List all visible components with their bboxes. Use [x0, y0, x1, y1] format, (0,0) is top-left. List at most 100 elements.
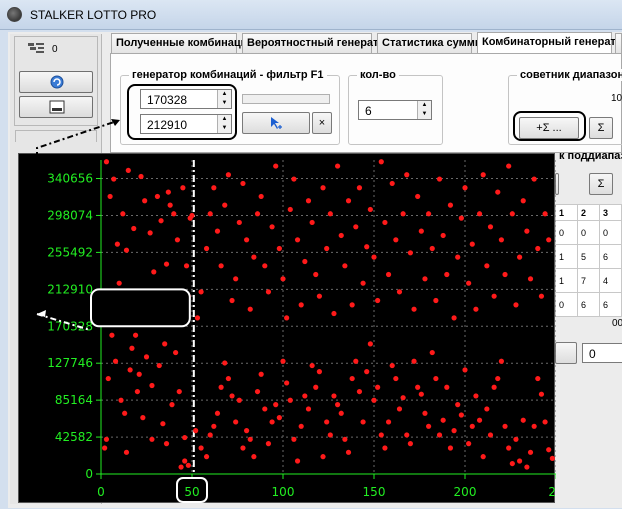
data-point — [458, 215, 464, 221]
bottom-right-field[interactable]: 0 — [582, 343, 622, 363]
table-cell: 6 — [599, 292, 622, 317]
data-point — [225, 375, 231, 382]
tab-probability-generator[interactable]: Вероятностный генератор — [242, 33, 392, 53]
data-point — [294, 237, 301, 243]
data-point — [123, 247, 130, 253]
data-point — [178, 464, 184, 470]
tab-sum-statistics[interactable]: Статистика суммы — [377, 33, 484, 53]
data-point — [502, 271, 508, 278]
data-point — [385, 419, 392, 425]
data-point — [218, 263, 224, 269]
data-point — [375, 297, 381, 304]
subrange-sigma-button[interactable]: Σ — [589, 173, 613, 195]
data-point — [462, 185, 468, 191]
data-point — [524, 464, 530, 470]
window-title: STALKER LOTTO PRO — [30, 8, 157, 22]
data-point — [107, 193, 113, 200]
table-row: 156 — [555, 244, 622, 269]
tab-overflow[interactable] — [615, 33, 622, 53]
y-tick-label: 127746 — [47, 356, 93, 370]
data-point — [163, 261, 170, 267]
data-point — [327, 432, 333, 438]
data-point — [118, 397, 124, 403]
data-point — [327, 211, 333, 217]
data-point — [222, 202, 228, 208]
data-point — [182, 458, 188, 464]
stack-count: 0 — [52, 44, 58, 55]
subrange-title: к поддиапазону — [559, 150, 622, 162]
data-point — [211, 423, 217, 429]
table-cell: 3 — [599, 204, 622, 221]
data-point — [240, 180, 246, 187]
data-point — [258, 371, 264, 377]
data-point — [469, 241, 475, 247]
data-point — [320, 185, 326, 191]
sigma-button[interactable]: Σ — [589, 117, 613, 139]
bottom-right-button[interactable] — [555, 342, 577, 364]
data-point — [103, 436, 110, 442]
data-point — [546, 237, 552, 243]
data-point — [284, 315, 290, 321]
spinner-arrows-icon[interactable]: ▲ ▼ — [417, 101, 431, 119]
range-highlight-box — [127, 84, 237, 140]
data-point — [233, 419, 239, 425]
scatter-chart[interactable]: 0 42582 85164 127746 170328 212910 255492 29807… — [18, 153, 564, 503]
data-point — [484, 406, 490, 412]
clear-button[interactable]: × — [312, 112, 332, 134]
data-point — [131, 225, 137, 232]
data-point — [313, 271, 319, 278]
count-value: 6 — [365, 104, 372, 118]
data-point — [316, 369, 322, 375]
data-point — [194, 315, 201, 321]
table-cell: 0 — [555, 220, 578, 245]
y-tick-label: 85164 — [55, 393, 93, 407]
data-point — [207, 211, 213, 217]
count-spinner[interactable]: 6 ▲ ▼ — [358, 100, 432, 120]
data-point — [476, 417, 483, 423]
x-tick-label: 200 — [454, 485, 477, 499]
add-filter-button[interactable] — [242, 112, 310, 134]
y-tick-label: 298074 — [47, 208, 93, 222]
table-cell: 1 — [555, 268, 578, 293]
data-point — [433, 375, 439, 382]
data-point — [542, 419, 548, 425]
data-point — [444, 384, 450, 390]
table-cell: 7 — [577, 268, 600, 293]
y-tick-label: 170328 — [47, 319, 93, 333]
data-point — [360, 419, 366, 425]
data-point — [480, 454, 486, 460]
table-cell: 2 — [577, 204, 600, 221]
data-point — [520, 198, 526, 204]
tab-combinatorial-generator[interactable]: Комбинаторный генератор — [477, 32, 622, 54]
data-point — [451, 428, 457, 434]
data-point — [203, 245, 210, 252]
data-point — [236, 219, 242, 226]
data-point — [531, 423, 537, 429]
data-point — [447, 202, 454, 208]
table-row: 123 — [555, 204, 622, 221]
data-point — [233, 276, 239, 282]
data-point — [298, 423, 304, 429]
data-point — [280, 276, 286, 282]
data-point — [265, 289, 272, 295]
data-point — [509, 460, 515, 467]
data-point — [154, 193, 161, 200]
window-button[interactable] — [19, 96, 93, 118]
tab-received-combinations[interactable]: Полученные комбинации — [111, 33, 254, 53]
data-point — [163, 441, 170, 447]
data-point — [517, 458, 523, 464]
data-point — [426, 211, 432, 217]
data-point — [433, 297, 439, 304]
data-point — [129, 345, 135, 351]
refresh-button[interactable] — [19, 71, 93, 93]
refresh-icon — [50, 75, 64, 89]
data-point — [466, 280, 472, 286]
data-point — [404, 432, 410, 438]
data-point — [143, 354, 150, 360]
data-point — [109, 332, 115, 338]
table-row: 174 — [555, 268, 622, 293]
data-point — [422, 410, 428, 416]
data-point — [360, 280, 366, 286]
data-point — [382, 445, 388, 451]
data-point — [389, 362, 395, 369]
